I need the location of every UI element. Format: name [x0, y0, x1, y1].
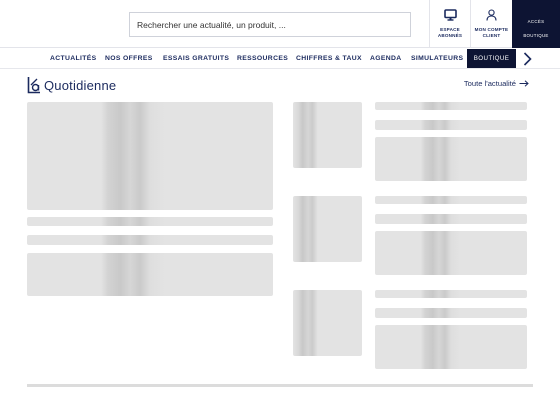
shop-access-line1: ACCÈS: [527, 19, 545, 24]
article-title-placeholder: [27, 217, 273, 226]
nav-item-simulateurs[interactable]: SIMULATEURS: [411, 48, 463, 69]
nav-item-essais-gratuits[interactable]: ESSAIS GRATUITS: [163, 48, 229, 69]
logo-mark-icon: [27, 77, 40, 94]
all-news-label: Toute l'actualité: [463, 79, 516, 88]
subscribers-label: ESPACE ABONNÉS: [438, 27, 462, 39]
nav-item-agenda[interactable]: AGENDA: [370, 48, 402, 69]
quotidienne-logo[interactable]: Quotidienne: [27, 75, 116, 95]
nav-item-ressources[interactable]: RESSOURCES: [237, 48, 288, 69]
top-header: ESPACE ABONNÉS MON COMPTE CLIENT ACCÈS B…: [0, 0, 560, 48]
news-subtitle-placeholder: [375, 308, 527, 318]
client-account-button[interactable]: MON COMPTE CLIENT: [470, 0, 512, 48]
subscribers-space-button[interactable]: ESPACE ABONNÉS: [429, 0, 470, 48]
client-label-line1: MON COMPTE: [474, 27, 509, 32]
news-excerpt-placeholder: [375, 325, 527, 369]
news-subtitle-placeholder: [375, 214, 527, 224]
news-title-placeholder: [375, 102, 527, 110]
article-excerpt-placeholder: [27, 253, 273, 296]
subscribers-label-line1: ESPACE: [440, 27, 460, 32]
shop-access-label: ACCÈS BOUTIQUE: [523, 15, 548, 43]
nav-item-boutique[interactable]: BOUTIQUE: [467, 49, 516, 68]
subscribers-label-line2: ABONNÉS: [437, 33, 463, 38]
shop-access-line2: BOUTIQUE: [523, 33, 549, 38]
search-input[interactable]: [137, 19, 410, 30]
search-box[interactable]: [129, 12, 411, 37]
news-thumb-placeholder[interactable]: [293, 290, 362, 356]
section-title: Quotidienne: [44, 77, 117, 93]
article-image-placeholder[interactable]: [27, 102, 273, 210]
article-subtitle-placeholder: [27, 235, 273, 245]
news-thumb-placeholder[interactable]: [293, 196, 362, 262]
main-nav: ACTUALITÉS NOS OFFRES ESSAIS GRATUITS RE…: [0, 48, 560, 69]
chevron-right-icon[interactable]: [519, 51, 535, 67]
nav-item-actualites[interactable]: ACTUALITÉS: [50, 48, 97, 69]
client-label-line2: CLIENT: [482, 33, 501, 38]
news-title-placeholder: [375, 290, 527, 298]
section-divider: [27, 384, 533, 387]
nav-item-chiffres-taux[interactable]: CHIFFRES & TAUX: [296, 48, 362, 69]
shop-access-button[interactable]: ACCÈS BOUTIQUE: [512, 0, 560, 48]
user-icon: [486, 8, 497, 22]
news-excerpt-placeholder: [375, 231, 527, 275]
arrow-right-icon: [519, 80, 529, 87]
monitor-icon: [443, 8, 457, 22]
news-thumb-placeholder[interactable]: [293, 102, 362, 168]
client-label: MON COMPTE CLIENT: [475, 27, 509, 39]
all-news-link[interactable]: Toute l'actualité: [464, 79, 529, 88]
news-subtitle-placeholder: [375, 120, 527, 130]
news-excerpt-placeholder: [375, 137, 527, 181]
news-title-placeholder: [375, 196, 527, 204]
nav-item-nos-offres[interactable]: NOS OFFRES: [105, 48, 153, 69]
